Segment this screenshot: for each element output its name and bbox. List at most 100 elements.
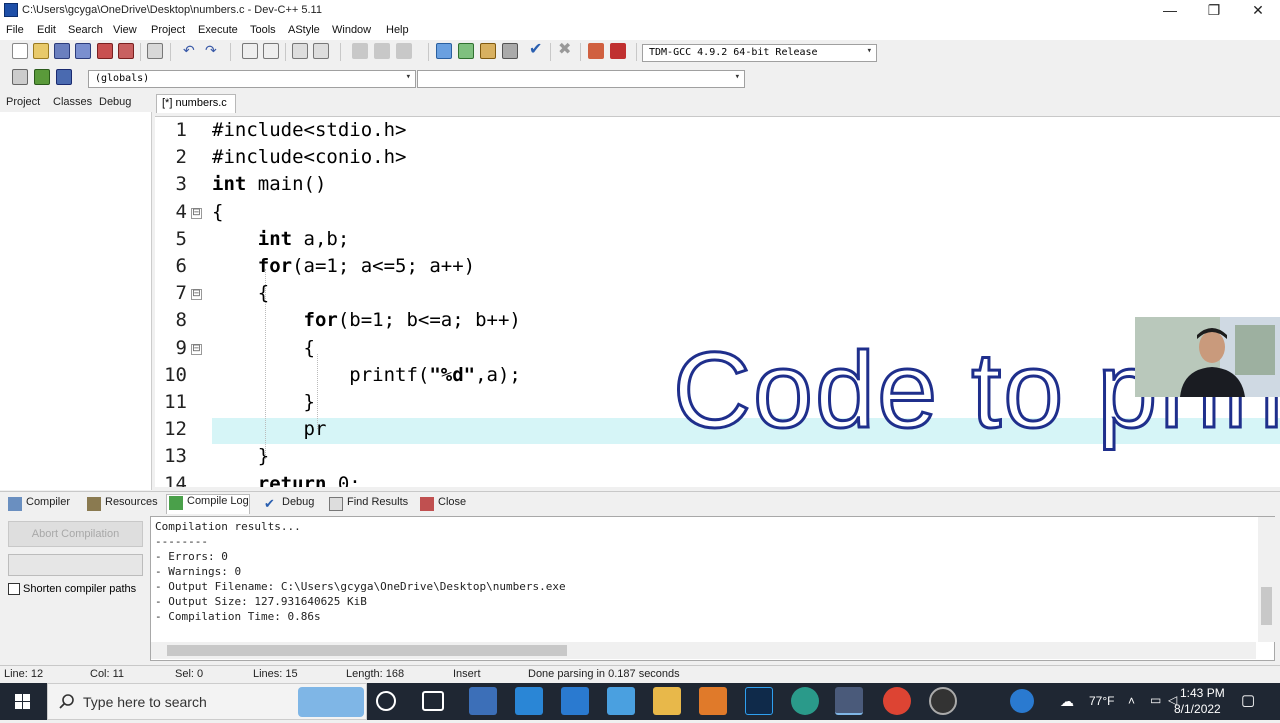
profile-icon[interactable] <box>588 43 604 59</box>
start-button[interactable] <box>0 683 46 720</box>
close-all-icon[interactable] <box>118 43 134 59</box>
tab-compiler[interactable]: Compiler <box>6 496 70 514</box>
find-icon[interactable] <box>242 43 258 59</box>
window-title: C:\Users\gcyga\OneDrive\Desktop\numbers.… <box>22 4 322 16</box>
log-horizontal-scrollbar[interactable] <box>151 642 1256 659</box>
store-icon[interactable] <box>469 687 497 715</box>
mail-icon[interactable] <box>515 687 543 715</box>
indent-icon[interactable] <box>292 43 308 59</box>
code-line[interactable]: int main() <box>212 173 326 195</box>
scope-select[interactable]: (globals) ▾ <box>88 70 416 88</box>
compile-icon[interactable] <box>436 43 452 59</box>
maximize-button[interactable]: ❐ <box>1192 0 1236 22</box>
open-file-icon[interactable] <box>33 43 49 59</box>
tab-compile-log[interactable]: Compile Log <box>166 494 250 514</box>
tray-chevron-icon[interactable]: ˄ <box>1128 694 1135 708</box>
fold-toggle-icon[interactable]: ⊟ <box>191 289 202 301</box>
tab-close[interactable]: Close <box>418 496 466 514</box>
code-line[interactable]: for(a=1; a<=5; a++) <box>212 255 475 277</box>
goto-forward-icon[interactable] <box>374 43 390 59</box>
menu-view[interactable]: View <box>113 24 137 36</box>
redo-icon[interactable]: ↷ <box>205 43 221 59</box>
code-line[interactable]: } <box>212 391 315 413</box>
code-line[interactable]: printf("%d",a); <box>212 364 521 386</box>
windows-taskbar: Type here to search ☁ 77°F ˄ ▭ ◁ 1:43 PM… <box>0 683 1280 720</box>
compile-run-icon[interactable] <box>480 43 496 59</box>
menu-execute[interactable]: Execute <box>198 24 238 36</box>
stop-execution-icon[interactable]: ✖ <box>558 42 574 59</box>
close-button[interactable]: ✕ <box>1236 0 1280 22</box>
code-line[interactable]: pr <box>212 418 327 440</box>
menu-edit[interactable]: Edit <box>37 24 56 36</box>
scrollbar-thumb[interactable] <box>167 645 567 656</box>
file-explorer-icon[interactable] <box>653 687 681 715</box>
member-select[interactable]: ▾ <box>417 70 745 88</box>
tab-debug-bottom[interactable]: ✔ Debug <box>262 496 314 514</box>
undo-icon[interactable]: ↶ <box>183 43 199 59</box>
photoshop-icon[interactable] <box>745 687 773 715</box>
menu-project[interactable]: Project <box>151 24 185 36</box>
notification-icon[interactable]: ▢ <box>1241 691 1255 709</box>
run-icon[interactable] <box>458 43 474 59</box>
menu-tools[interactable]: Tools <box>250 24 276 36</box>
help-icon[interactable] <box>1010 689 1034 713</box>
abort-compilation-button[interactable]: Abort Compilation <box>8 521 143 547</box>
unindent-icon[interactable] <box>313 43 329 59</box>
task-view-icon[interactable] <box>422 691 444 711</box>
class-browser-icon[interactable] <box>12 69 28 85</box>
code-line[interactable]: { <box>212 337 315 359</box>
save-icon[interactable] <box>54 43 70 59</box>
goto-back-icon[interactable] <box>352 43 368 59</box>
tab-classes[interactable]: Classes <box>53 96 92 108</box>
replace-icon[interactable] <box>263 43 279 59</box>
sublime-icon[interactable] <box>699 687 727 715</box>
code-line[interactable]: for(b=1; b<=a; b++) <box>212 309 521 331</box>
goto-definition-icon[interactable] <box>56 69 72 85</box>
cortana-icon[interactable] <box>376 691 396 711</box>
tab-project[interactable]: Project <box>6 96 40 108</box>
network-icon[interactable]: ▭ <box>1150 693 1161 707</box>
print-icon[interactable] <box>147 43 163 59</box>
menu-file[interactable]: File <box>6 24 24 36</box>
compiler-select[interactable]: TDM-GCC 4.9.2 64-bit Release ▾ <box>642 44 877 62</box>
fold-toggle-icon[interactable]: ⊟ <box>191 207 202 219</box>
code-line[interactable]: int a,b; <box>212 228 350 250</box>
code-line[interactable]: #include<conio.h> <box>212 146 406 168</box>
close-file-icon[interactable] <box>97 43 113 59</box>
code-line[interactable]: { <box>212 201 223 223</box>
menu-search[interactable]: Search <box>68 24 103 36</box>
chrome-icon[interactable] <box>883 687 911 715</box>
tab-find-results[interactable]: Find Results <box>327 496 408 514</box>
minimize-button[interactable]: — <box>1148 0 1192 22</box>
debug-icon[interactable] <box>610 43 626 59</box>
code-line[interactable]: return 0; <box>212 473 361 487</box>
fold-toggle-icon[interactable]: ⊟ <box>191 343 202 355</box>
code-line[interactable]: { <box>212 282 269 304</box>
scrollbar-thumb[interactable] <box>1261 587 1272 625</box>
shorten-paths-checkbox[interactable] <box>8 583 20 595</box>
tab-resources[interactable]: Resources <box>85 496 158 514</box>
log-vertical-scrollbar[interactable] <box>1258 517 1275 642</box>
code-line[interactable]: } <box>212 445 269 467</box>
clock-date[interactable]: 8/1/2022 <box>1174 702 1221 716</box>
bookmark-icon[interactable] <box>396 43 412 59</box>
editor-tab-numbers[interactable]: [*] numbers.c <box>156 94 236 113</box>
code-line[interactable]: #include<stdio.h> <box>212 119 406 141</box>
menu-help[interactable]: Help <box>386 24 409 36</box>
syntax-check-icon[interactable]: ✔ <box>529 42 545 59</box>
save-all-icon[interactable] <box>75 43 91 59</box>
edge-icon[interactable] <box>791 687 819 715</box>
code-editor[interactable]: Code to print In new line 1#include<stdi… <box>155 116 1280 487</box>
menu-window[interactable]: Window <box>332 24 371 36</box>
taskbar-search[interactable]: Type here to search <box>47 683 367 720</box>
goto-declaration-icon[interactable] <box>34 69 50 85</box>
devcpp-taskbar-icon[interactable] <box>835 687 863 715</box>
app-icon[interactable] <box>607 687 635 715</box>
clock-time[interactable]: 1:43 PM <box>1180 686 1225 700</box>
menu-astyle[interactable]: AStyle <box>288 24 320 36</box>
tab-debug[interactable]: Debug <box>99 96 131 108</box>
new-file-icon[interactable] <box>12 43 28 59</box>
vscode-icon[interactable] <box>561 687 589 715</box>
rebuild-icon[interactable] <box>502 43 518 59</box>
obs-icon[interactable] <box>929 687 957 715</box>
